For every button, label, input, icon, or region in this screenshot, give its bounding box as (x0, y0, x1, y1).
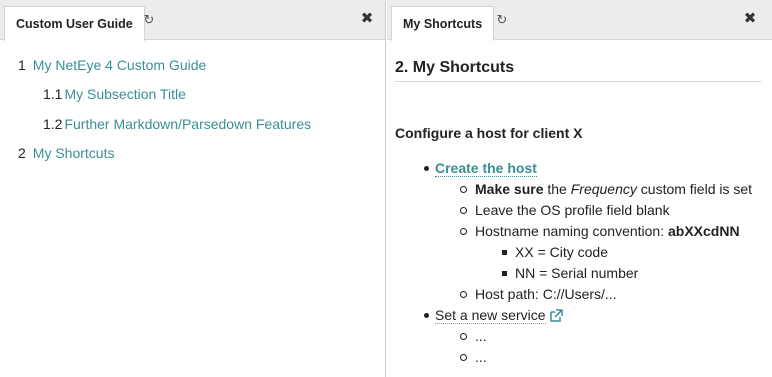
list-item-leave-os: Leave the OS profile field blank (475, 202, 670, 218)
toc-item-1-2: 1.2 Further Markdown/Parsedown Features (43, 116, 311, 132)
tab-my-shortcuts[interactable]: My Shortcuts (391, 6, 495, 41)
page-title: 2. My Shortcuts (395, 59, 761, 82)
xx-text: XX = City code (515, 244, 608, 260)
nn-text: NN = Serial number (515, 265, 639, 281)
refresh-icon[interactable]: ↻ (141, 12, 157, 28)
toc-link-subsection-title[interactable]: My Subsection Title (64, 86, 185, 102)
toc-link-my-shortcuts[interactable]: My Shortcuts (33, 145, 115, 161)
toc-number: 1.1 (43, 86, 63, 102)
tab-custom-user-guide[interactable]: Custom User Guide (4, 6, 145, 41)
close-icon[interactable]: ✖ (359, 11, 375, 27)
right-tabbar: My Shortcuts ↻ ✖ (387, 0, 772, 41)
toc-item-1: 1 My NetEye 4 Custom Guide (18, 57, 206, 73)
toc-number: 1.2 (43, 116, 63, 132)
bullet-disc (424, 313, 429, 318)
list-item-host-path: Host path: C://Users/... (475, 286, 617, 302)
hostname-pattern: abXXcdNN (668, 223, 740, 239)
list-item-xx: XX = City code (515, 244, 608, 260)
bullet-disc (424, 166, 429, 171)
bullet-circle (460, 333, 467, 340)
create-host-link[interactable]: Create the host (435, 160, 537, 177)
new-service-link[interactable]: Set a new service (435, 307, 546, 324)
toc-number: 1 (18, 57, 26, 73)
bullet-square (502, 250, 507, 255)
ellipsis-text: ... (475, 328, 487, 344)
bullet-circle (460, 354, 467, 361)
list-item-ellipsis: ... (475, 349, 487, 365)
bullet-circle (460, 207, 467, 214)
bullet-circle (460, 228, 467, 235)
frequency-text: Frequency (570, 181, 637, 197)
left-tabbar: Custom User Guide ↻ ✖ (0, 0, 385, 41)
list-item-create-host: Create the host (435, 160, 537, 177)
refresh-icon[interactable]: ↻ (494, 12, 510, 28)
bullet-circle (460, 186, 467, 193)
section-heading: Configure a host for client X (395, 125, 583, 141)
close-icon[interactable]: ✖ (742, 11, 758, 27)
make-sure-rest: custom field is set (640, 181, 753, 197)
toc-link-markdown-features[interactable]: Further Markdown/Parsedown Features (64, 116, 311, 132)
external-link-icon[interactable] (549, 309, 563, 325)
bullet-circle (460, 291, 467, 298)
list-item-new-service: Set a new service (435, 307, 563, 325)
toc-item-2: 2 My Shortcuts (18, 145, 115, 161)
leave-os-text: Leave the OS profile field blank (475, 202, 670, 218)
toc-item-1-1: 1.1 My Subsection Title (43, 86, 186, 102)
make-sure-mid: the (547, 181, 567, 197)
list-item-hostname: Hostname naming convention: abXXcdNN (475, 223, 740, 239)
list-item-nn: NN = Serial number (515, 265, 638, 281)
make-sure-text: Make sure (475, 181, 544, 197)
toc-link-custom-guide[interactable]: My NetEye 4 Custom Guide (33, 57, 207, 73)
bullet-square (502, 271, 507, 276)
toc-number: 2 (18, 145, 26, 161)
ellipsis-text: ... (475, 349, 487, 365)
host-path-text: Host path: C://Users/... (475, 286, 617, 302)
list-item-ellipsis: ... (475, 328, 487, 344)
right-pane: My Shortcuts ↻ ✖ 2. My Shortcuts Configu… (387, 0, 772, 377)
left-pane: Custom User Guide ↻ ✖ 1 My NetEye 4 Custo… (0, 0, 386, 377)
list-item-make-sure: Make sure the Frequency custom field is … (475, 181, 752, 197)
hostname-text: Hostname naming convention: (475, 223, 665, 239)
